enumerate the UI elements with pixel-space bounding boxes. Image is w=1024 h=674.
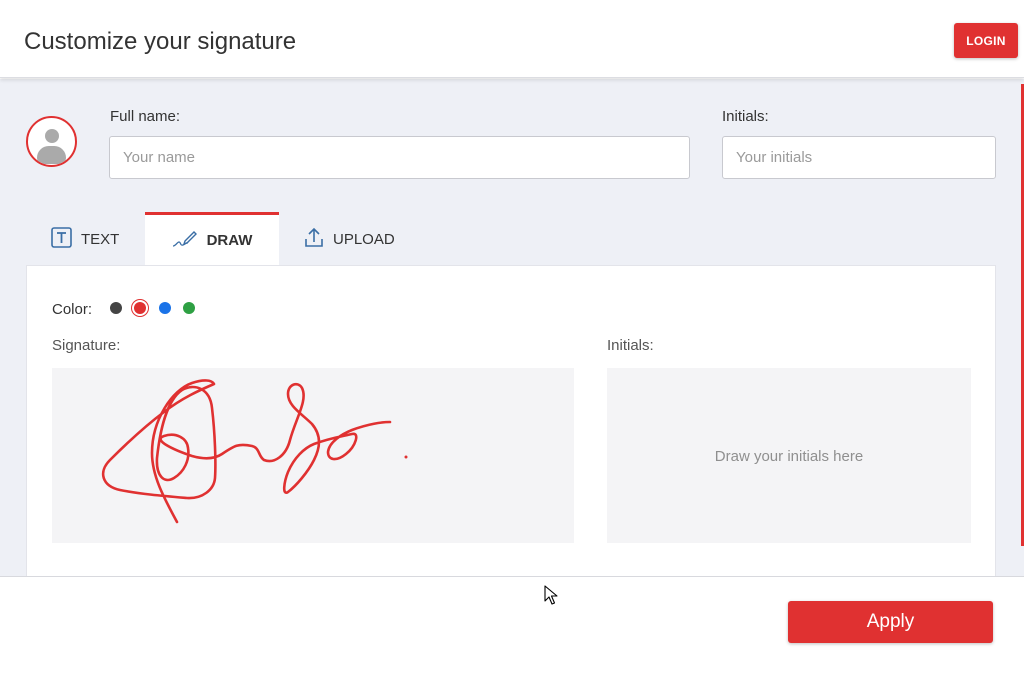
- signature-pad[interactable]: [52, 368, 574, 543]
- signature-drawing: [101, 379, 408, 524]
- tab-draw[interactable]: DRAW: [145, 212, 279, 266]
- signature-form: Full name: Initials: TEXT DRAW UPLOAD Co…: [0, 79, 1024, 576]
- initials-input[interactable]: [722, 136, 996, 179]
- color-swatch-red[interactable]: [134, 302, 146, 314]
- tab-upload[interactable]: UPLOAD: [304, 212, 414, 266]
- tab-text[interactable]: TEXT: [51, 212, 145, 266]
- page-title: Customize your signature: [24, 28, 297, 55]
- avatar-icon: [26, 116, 77, 167]
- signature-label: Signature:: [52, 337, 121, 354]
- full-name-label: Full name:: [110, 108, 181, 125]
- apply-button[interactable]: Apply: [788, 601, 993, 643]
- tab-upload-label: UPLOAD: [333, 230, 395, 248]
- tab-text-label: TEXT: [81, 230, 120, 248]
- dialog-header: Customize your signature LOGIN: [0, 0, 1024, 78]
- color-swatch-blue[interactable]: [159, 302, 171, 314]
- initials-pad-label: Initials:: [607, 337, 654, 354]
- upload-icon: [304, 227, 324, 252]
- login-button[interactable]: LOGIN: [954, 23, 1018, 58]
- tab-draw-label: DRAW: [206, 232, 253, 249]
- color-swatch-green[interactable]: [183, 302, 195, 314]
- color-label: Color:: [52, 301, 93, 318]
- initials-pad-hint: Draw your initials here: [714, 448, 864, 465]
- full-name-input[interactable]: [109, 136, 690, 179]
- pen-draw-icon: [172, 229, 198, 253]
- text-box-icon: [51, 226, 72, 252]
- color-swatch-dark[interactable]: [110, 302, 122, 314]
- initials-pad[interactable]: Draw your initials here: [607, 368, 971, 543]
- mouse-cursor-icon: [544, 585, 558, 611]
- initials-label: Initials:: [722, 108, 769, 125]
- dialog-footer: Apply: [0, 576, 1024, 674]
- draw-panel: Color: Signature: Initials: Draw your in…: [26, 265, 996, 576]
